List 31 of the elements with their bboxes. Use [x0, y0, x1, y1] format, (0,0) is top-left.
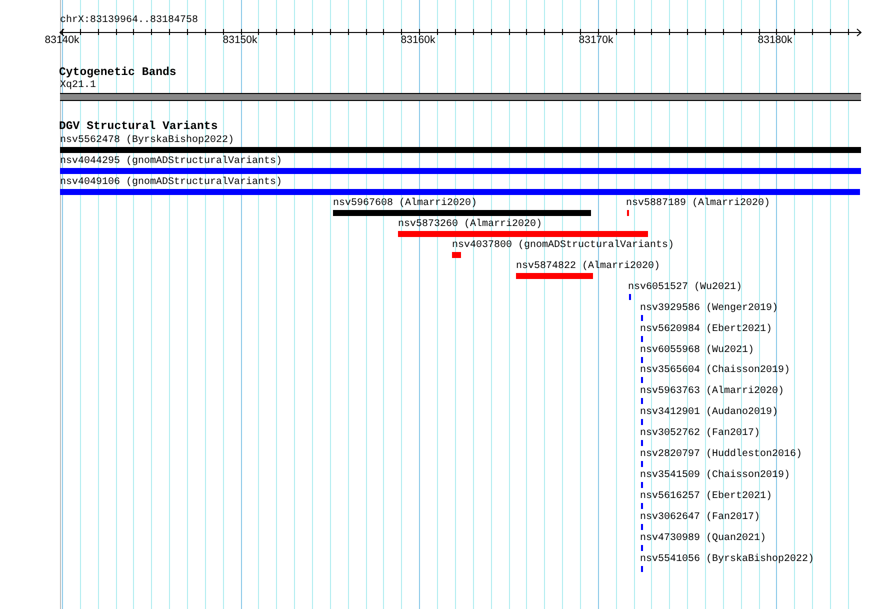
ruler-tick-label: 83150k [222, 34, 258, 46]
band-label: Xq21.1 [60, 80, 96, 92]
variant-label: nsv5873260 (Almarri2020) [398, 218, 542, 231]
variant-label: nsv3541509 (Chaisson2019) [640, 470, 790, 482]
variant-label: nsv4049106 (gnomADStructuralVariants) [60, 176, 282, 189]
variant-label: nsv3929586 (Wenger2019) [640, 302, 778, 315]
ruler-tick-label: 83170k [578, 34, 614, 46]
track-title: Cytogenetic Bands [59, 67, 176, 79]
ruler-tick-label: 83160k [400, 34, 436, 46]
variant-label: nsv5541056 (ByrskaBishop2022) [640, 554, 814, 566]
variant-label: nsv5562478 (ByrskaBishop2022) [60, 135, 234, 147]
variant-label: nsv2820797 (Huddleston2016) [640, 449, 802, 462]
variant-label: nsv5967608 (Almarri2020) [333, 198, 478, 210]
variant-label: nsv5620984 (Ebert2021) [640, 324, 772, 336]
variant-label: nsv4044295 (gnomADStructuralVariants) [60, 156, 282, 168]
ruler-tick-label: 83180k [758, 34, 792, 46]
ruler-tick-label: 83140k [44, 34, 80, 46]
variant-label: nsv4730989 (Quan2021) [640, 533, 766, 546]
variant-label: nsv5874822 (Almarri2020) [516, 260, 660, 273]
variant-label: nsv6051527 (Wu2021) [628, 282, 742, 294]
location-label: chrX:83139964..83184758 [60, 15, 198, 27]
variant-label: nsv3052762 (Fan2017) [640, 428, 760, 440]
variant-label: nsv6055968 (Wu2021) [640, 344, 754, 356]
variant-label: nsv5616257 (Ebert2021) [640, 491, 772, 504]
variant-label: nsv5963763 (Almarri2020) [640, 386, 784, 398]
variant-label: nsv4037800 (gnomADStructuralVariants) [452, 240, 674, 252]
variant-label: nsv3412901 (Audano2019) [640, 407, 778, 420]
variant-label: nsv3565604 (Chaisson2019) [640, 365, 790, 378]
track-title: DGV Structural Variants [59, 121, 218, 133]
variant-label: nsv5887189 (Almarri2020) [626, 198, 770, 210]
variant-label: nsv3062647 (Fan2017) [640, 512, 760, 524]
